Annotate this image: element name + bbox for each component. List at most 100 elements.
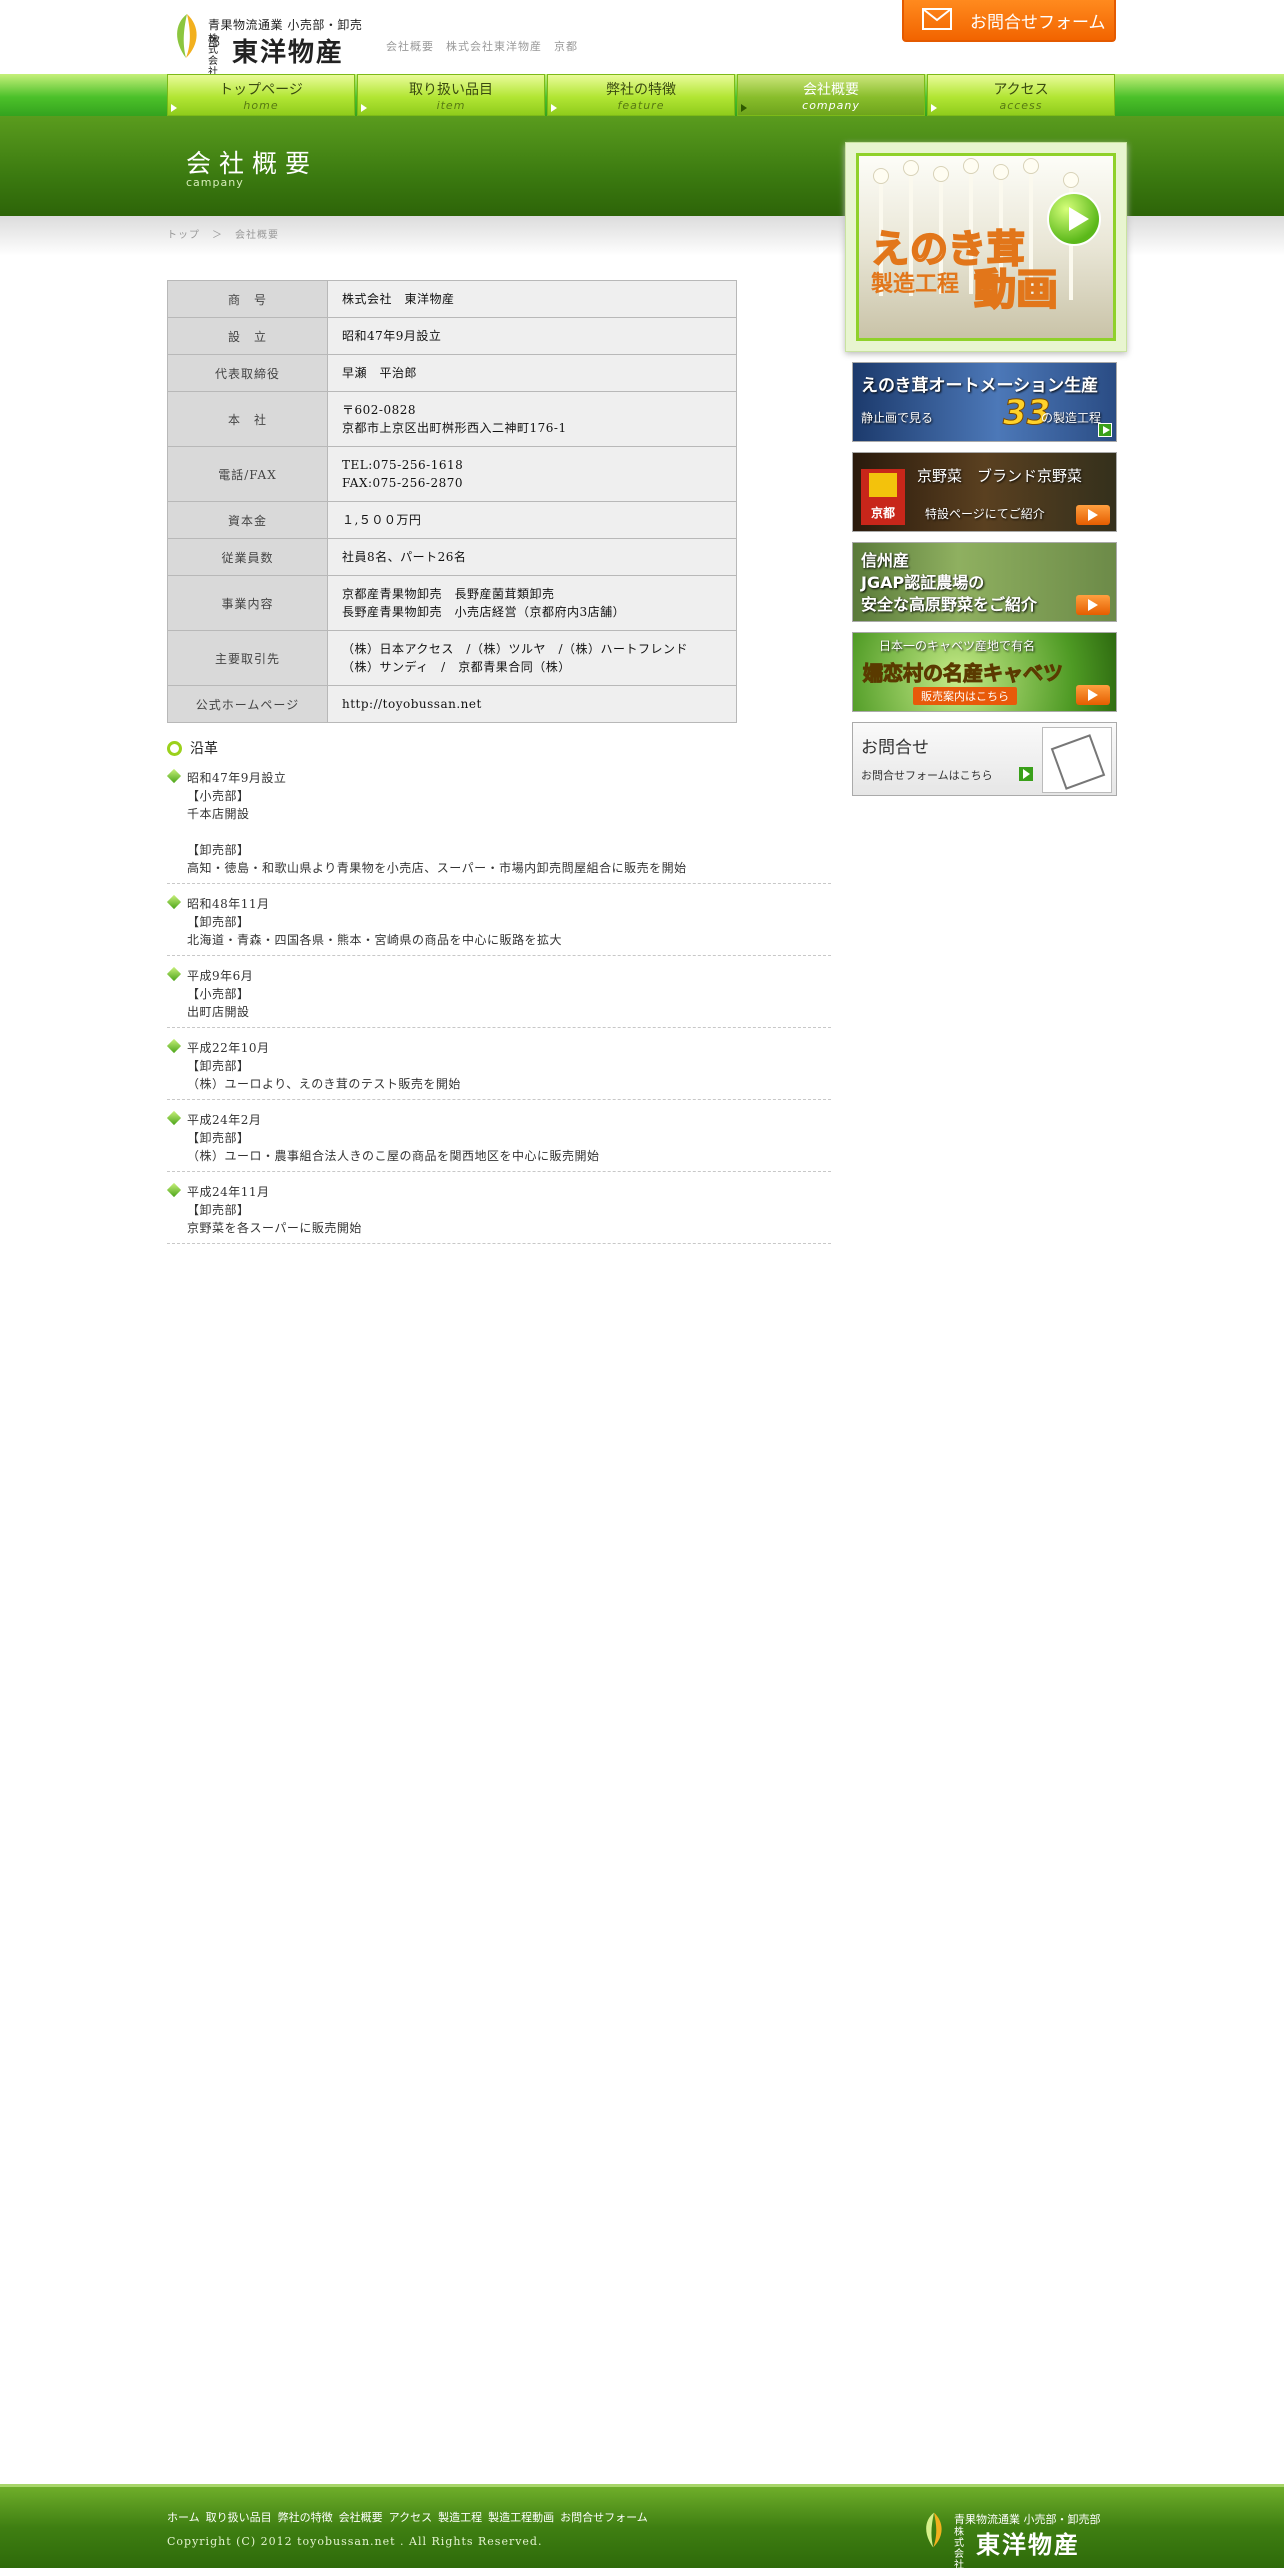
footer-nav: ホーム 取り扱い品目 弊社の特徴 会社概要 アクセス 製造工程 製造工程動画 お… (167, 2509, 648, 2525)
nav-sublabel: feature (617, 98, 665, 112)
nav-sublabel: company (802, 98, 860, 112)
row-value: http://toyobussan.net (327, 685, 737, 723)
row-value: 早瀬 平治郎 (327, 354, 737, 392)
row-label: 本 社 (167, 391, 328, 447)
history-item: 平成24年2月 【卸売部】 （株）ユーロ・農事組合法人きのこ屋の商品を関西地区を中心… (166, 1110, 831, 1172)
shinshu-line1: 信州産 (861, 551, 910, 570)
site-logo[interactable]: 青果物流通業 小売部・卸売部 株式会社 東洋物産 (170, 8, 370, 78)
table-row: 商 号株式会社 東洋物産 (167, 280, 737, 318)
nav-item-home[interactable]: トップページ home (167, 74, 355, 116)
kyoto-vegetable-banner[interactable]: 京都 京野菜 ブランド京野菜 特設ページにてご紹介 (852, 452, 1117, 532)
page-title: 会社概要 (186, 149, 319, 178)
homepage-link[interactable]: http://toyobussan.net (342, 695, 722, 713)
footer-link-feature[interactable]: 弊社の特徴 (278, 2509, 333, 2525)
row-value: 社員8名、パート26名 (327, 538, 737, 576)
shinshu-vegetable-banner[interactable]: 信州産 JGAP認証農場の 安全な高原野菜をご紹介 (852, 542, 1117, 622)
cabbage-banner[interactable]: 日本一のキャベツ産地で有名 嬬恋村の名産キャベツ 販売案内はこちら (852, 632, 1117, 712)
history-item: 平成24年11月 【卸売部】 京野菜を各スーパーに販売開始 (166, 1182, 831, 1244)
footer-link-access[interactable]: アクセス (389, 2509, 432, 2525)
shinshu-line2: JGAP認証農場の (861, 573, 985, 592)
enoki-video-banner[interactable]: えのき茸 製造工程 動画 (845, 142, 1127, 352)
row-label: 電話/FAX (167, 446, 328, 502)
automation-tail: の製造工程 (1041, 411, 1102, 425)
header-tagline: 会社概要 株式会社東洋物産 京都 (386, 40, 578, 53)
video-banner-subtitle: 製造工程 (871, 272, 960, 297)
leaf-logo-icon (177, 14, 197, 58)
row-value: 株式会社 東洋物産 (327, 280, 737, 318)
nav-label: 弊社の特徴 (606, 81, 676, 98)
row-label: 商 号 (167, 280, 328, 318)
arrow-icon (551, 104, 557, 112)
leaf-logo-icon (926, 2512, 942, 2548)
footer-link-home[interactable]: ホーム (167, 2509, 200, 2525)
kyoto-stamp-icon: 京都 (861, 469, 905, 525)
diamond-bullet-icon (166, 894, 182, 910)
site-header: 青果物流通業 小売部・卸売部 株式会社 東洋物産 会社概要 株式会社東洋物産 京… (0, 0, 1284, 78)
inquiry-title: お問合せ (861, 738, 929, 758)
nav-item-item[interactable]: 取り扱い品目 item (357, 74, 545, 116)
inquiry-sub: お問合せフォームはこちら (861, 769, 993, 782)
nav-item-company[interactable]: 会社概要 company (737, 74, 925, 116)
diamond-bullet-icon (166, 1038, 182, 1054)
nav-sublabel: access (999, 98, 1043, 112)
cabbage-line2: 嬬恋村の名産キャベツ (863, 661, 1064, 686)
history-item: 昭和48年11月 【卸売部】 北海道・青森・四国各県・熊本・宮崎県の商品を中心に販路… (166, 894, 831, 956)
row-value: TEL:075-256-1618 FAX:075-256-2870 (327, 446, 737, 502)
row-label: 公式ホームページ (167, 685, 328, 723)
nav-label: 取り扱い品目 (409, 81, 493, 98)
table-row: 電話/FAX TEL:075-256-1618 FAX:075-256-2870 (167, 446, 737, 502)
contact-form-button[interactable]: お問合せフォーム (902, 0, 1116, 42)
footer-link-contact[interactable]: お問合せフォーム (560, 2509, 648, 2525)
history-item: 昭和47年9月設立 【小売部】 千本店開設 【卸売部】 高知・徳島・和歌山県より青果物を… (166, 768, 831, 884)
nav-item-access[interactable]: アクセス access (927, 74, 1115, 116)
breadcrumb-current: 会社概要 (235, 230, 279, 241)
footer-logo-name: 東洋物産 (976, 2530, 1080, 2559)
shinshu-line3: 安全な高原野菜をご紹介 (861, 595, 1038, 614)
company-info-table: 商 号株式会社 東洋物産 設 立昭和47年9月設立 代表取締役 早瀬 平治郎 本 … (167, 280, 737, 723)
play-icon (1047, 192, 1101, 246)
automation-title: えのき茸オートメーション生産 (861, 376, 1099, 396)
footer-link-company[interactable]: 会社概要 (339, 2509, 383, 2525)
arrow-icon (1019, 767, 1033, 781)
history-list: 昭和47年9月設立 【小売部】 千本店開設 【卸売部】 高知・徳島・和歌山県より青果物を… (166, 768, 831, 1254)
enoki-photo: えのき茸 製造工程 動画 (856, 153, 1116, 341)
mail-icon (922, 8, 952, 30)
breadcrumb-link-top[interactable]: トップ (167, 226, 200, 241)
footer-link-item[interactable]: 取り扱い品目 (206, 2509, 272, 2525)
inquiry-banner[interactable]: お問合せ お問合せフォームはこちら (852, 722, 1117, 796)
nav-sublabel: item (436, 98, 466, 112)
footer-logo-kabushiki: 株式会社 (954, 2527, 964, 2568)
arrow-icon (1098, 423, 1112, 437)
row-label: 主要取引先 (167, 630, 328, 686)
footer-link-process[interactable]: 製造工程 (438, 2509, 482, 2525)
cabbage-line1: 日本一のキャベツ産地で有名 (879, 639, 1036, 653)
history-heading: 沿革 (167, 738, 218, 758)
site-footer: ホーム 取り扱い品目 弊社の特徴 会社概要 アクセス 製造工程 製造工程動画 お… (0, 2484, 1284, 2568)
nav-item-feature[interactable]: 弊社の特徴 feature (547, 74, 735, 116)
letter-icon (1042, 727, 1112, 793)
diamond-bullet-icon (166, 966, 182, 982)
ring-bullet-icon (167, 740, 182, 756)
automation-sub: 静止画で見る (861, 411, 934, 425)
kyoto-title: 京野菜 ブランド京野菜 (917, 467, 1083, 485)
diamond-bullet-icon (166, 1182, 182, 1198)
diamond-bullet-icon (166, 768, 182, 784)
table-row: 従業員数 社員8名、パート26名 (167, 538, 737, 576)
row-value: 〒602-0828 京都市上京区出町桝形西入二神町176-1 (327, 391, 737, 447)
kyoto-sub: 特設ページにてご紹介 (925, 507, 1045, 521)
video-banner-label: 動画 (973, 264, 1059, 315)
table-row: 主要取引先 （株）日本アクセス /（株）ツルヤ /（株）ハートフレンド （株）サンデ… (167, 630, 737, 686)
footer-link-process-video[interactable]: 製造工程動画 (488, 2509, 554, 2525)
nav-label: アクセス (993, 81, 1049, 98)
copyright: Copyright (C) 2012 toyobussan.net . All … (167, 2535, 543, 2548)
history-item: 平成22年10月 【卸売部】 （株）ユーロより、えのき茸のテスト販売を開始 (166, 1038, 831, 1100)
nav-sublabel: home (243, 98, 279, 112)
sidebar: えのき茸 製造工程 動画 えのき茸オートメーション生産 静止画で見る 33 の製… (845, 142, 1127, 796)
logo-company-name: 東洋物産 (232, 38, 345, 68)
page-subtitle: campany (186, 176, 244, 189)
automation-banner[interactable]: えのき茸オートメーション生産 静止画で見る 33 の製造工程 (852, 362, 1117, 442)
table-row: 事業内容 京都産青果物卸売 長野産菌茸類卸売 長野産青果物卸売 小売店経営（京都府内… (167, 575, 737, 631)
footer-logo[interactable]: 青果物流通業 小売部・卸売部 株式会社 東洋物産 (918, 2501, 1118, 2568)
arrow-icon (741, 104, 747, 112)
table-row: 代表取締役 早瀬 平治郎 (167, 354, 737, 392)
